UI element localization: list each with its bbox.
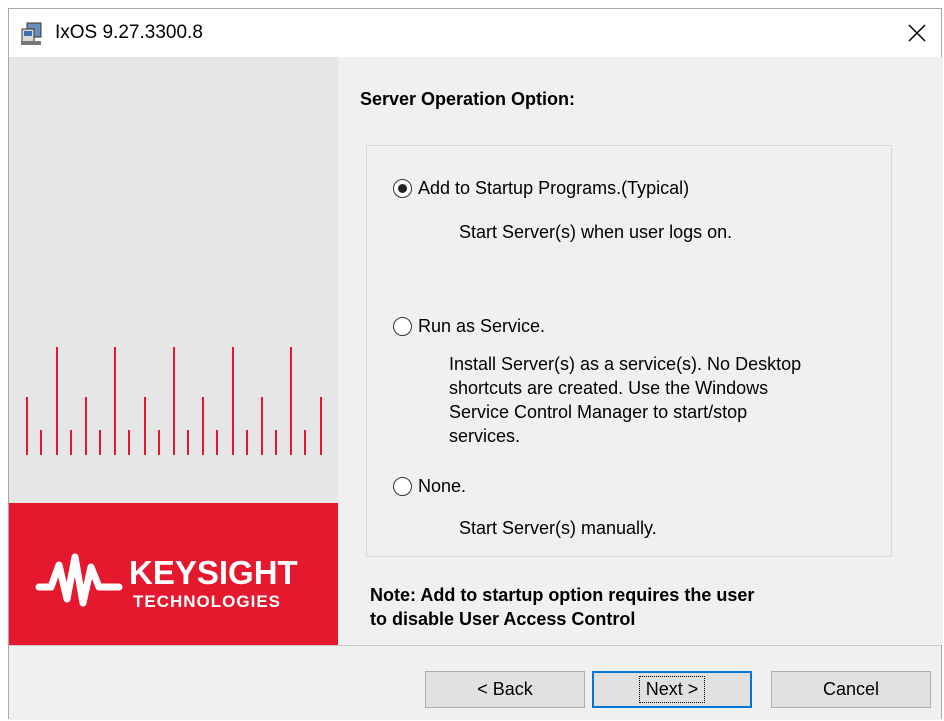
radio-none[interactable] <box>393 477 412 496</box>
button-bar: < Back Next > Cancel <box>9 645 941 720</box>
close-button[interactable] <box>893 9 941 57</box>
brand-name: KEYSIGHT <box>129 554 298 591</box>
keysight-wave-icon <box>35 553 123 607</box>
option-none[interactable]: None. <box>393 476 466 497</box>
title-bar: IxOS 9.27.3300.8 <box>9 9 941 57</box>
installer-window: IxOS 9.27.3300.8 KEYSIGHT TECHNOLOGIES S… <box>8 8 943 720</box>
brand-logo-area: KEYSIGHT TECHNOLOGIES <box>9 503 338 645</box>
radio-service[interactable] <box>393 317 412 336</box>
note-text: Note: Add to startup option requires the… <box>370 585 755 629</box>
next-button[interactable]: Next > <box>592 671 752 708</box>
brand-sub: TECHNOLOGIES <box>133 592 281 611</box>
side-banner: KEYSIGHT TECHNOLOGIES <box>9 57 338 645</box>
options-group: Add to Startup Programs.(Typical) Start … <box>366 145 892 557</box>
radio-selected-dot <box>398 184 407 193</box>
option-label: Add to Startup Programs.(Typical) <box>418 178 690 198</box>
close-icon <box>908 24 926 42</box>
option-label: Run as Service. <box>418 316 546 336</box>
installer-icon <box>21 22 42 45</box>
banner-graphic <box>9 57 338 503</box>
radio-startup[interactable] <box>393 179 412 198</box>
content-panel: Server Operation Option: Add to Startup … <box>338 57 943 645</box>
option-description: Start Server(s) when user logs on. <box>459 222 733 242</box>
keysight-logo: KEYSIGHT TECHNOLOGIES <box>35 553 298 611</box>
signal-bars-graphic <box>26 347 322 455</box>
option-description: Start Server(s) manually. <box>459 518 657 538</box>
option-label: None. <box>418 476 467 496</box>
back-button[interactable]: < Back <box>425 671 585 708</box>
window-title: IxOS 9.27.3300.8 <box>55 22 203 43</box>
option-run-as-service[interactable]: Run as Service. <box>393 316 545 337</box>
page-heading: Server Operation Option: <box>360 89 576 109</box>
option-description: Install Server(s) as a service(s). No De… <box>449 354 802 446</box>
cancel-button[interactable]: Cancel <box>771 671 931 708</box>
option-startup-programs[interactable]: Add to Startup Programs.(Typical) <box>393 178 689 199</box>
